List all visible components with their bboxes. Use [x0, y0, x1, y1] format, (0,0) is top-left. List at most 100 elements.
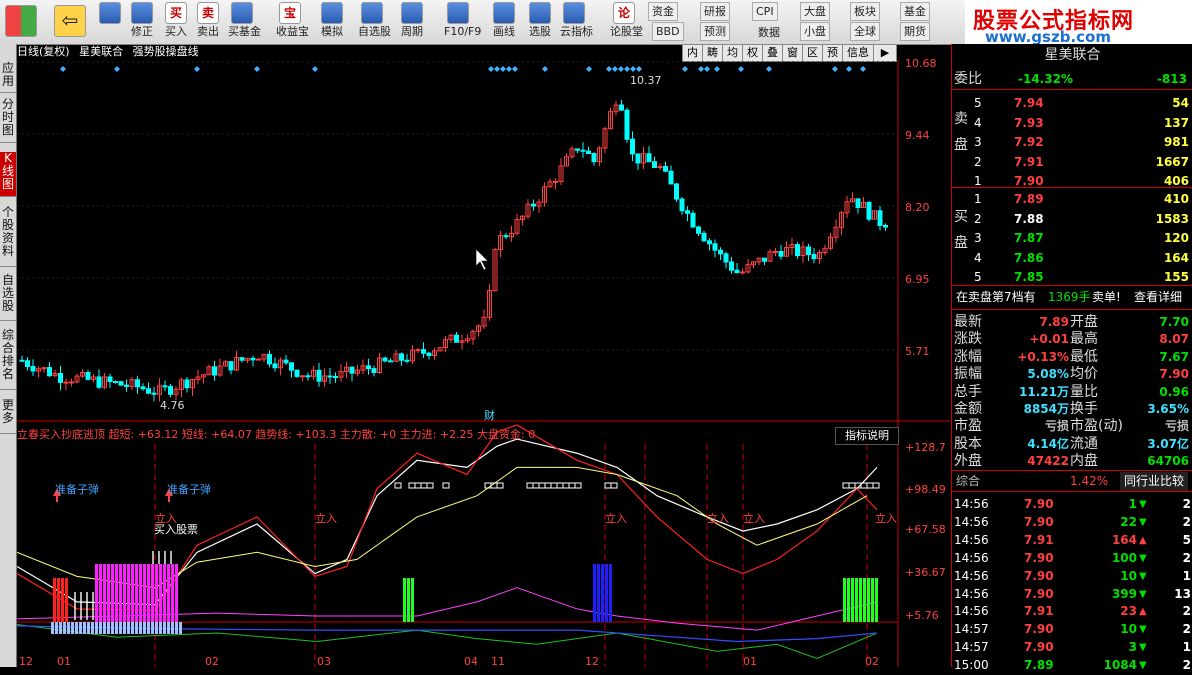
stat-label: 外盘: [954, 453, 982, 470]
signal-bar: [103, 564, 106, 622]
candle-body: [316, 369, 322, 382]
candle-body: [371, 368, 377, 373]
buy-price[interactable]: 7.87: [1014, 229, 1044, 248]
candle-body: [300, 375, 305, 378]
back-button[interactable]: ⇦: [52, 1, 88, 43]
修正-button[interactable]: 修正: [128, 1, 156, 43]
candle-body: [305, 375, 311, 378]
tab-stock-info[interactable]: 个股资料: [0, 206, 16, 267]
自选股-button[interactable]: 自选股: [358, 1, 391, 43]
买基金-button[interactable]: 买基金: [228, 1, 261, 43]
candle-body: [69, 381, 74, 384]
buy-level: 1: [974, 192, 982, 206]
peak-marker: [526, 482, 534, 489]
candle-body: [883, 224, 888, 228]
peak-marker: [556, 482, 564, 489]
tick-time: 14:57: [954, 640, 989, 655]
tick-time: 14:56: [954, 568, 989, 583]
candle-body: [58, 372, 63, 383]
indicator-help-button[interactable]: 指标说明: [835, 427, 899, 445]
sell-price[interactable]: 7.93: [1014, 114, 1044, 133]
stat-value: 0.96: [1159, 384, 1189, 399]
tab-app[interactable]: 应用: [0, 62, 16, 93]
signal-diamond-icon: [832, 66, 838, 72]
treasure-icon: 宝: [279, 2, 301, 24]
industry-compare-button[interactable]: 同行业比较: [1120, 472, 1189, 491]
toolbar-button-label: 自选股: [358, 25, 391, 38]
tab-kline[interactable]: K线图: [0, 152, 16, 197]
tick-time: 14:56: [954, 497, 989, 511]
candle-body: [239, 357, 245, 361]
date-label-3: 02: [205, 655, 219, 667]
bbd-button[interactable]: BBD: [652, 22, 684, 41]
sell-price[interactable]: 7.90: [1014, 172, 1044, 191]
cpi-button[interactable]: CPI: [752, 2, 778, 21]
模拟-button[interactable]: 模拟: [318, 1, 346, 43]
buy-price[interactable]: 7.89: [1014, 190, 1044, 209]
candle-body: [740, 271, 745, 274]
tab-intraday[interactable]: 分时图: [0, 98, 16, 143]
signal-bar: [127, 564, 130, 622]
tab-more[interactable]: 更多: [0, 399, 16, 434]
sector-button[interactable]: 板块: [850, 2, 880, 21]
stat-value: 3.07亿: [1147, 436, 1189, 451]
signal-diamond-icon: [860, 66, 866, 72]
candle-body: [646, 153, 652, 163]
candle-body: [63, 381, 69, 384]
arrow-down-icon: ▼: [1139, 660, 1147, 672]
peak-marker: [610, 482, 618, 489]
volume-strip: [71, 622, 74, 634]
volume-strip: [179, 622, 182, 634]
research-button[interactable]: 研报: [700, 2, 730, 21]
画线-button[interactable]: 画线: [490, 1, 518, 43]
buy-price[interactable]: 7.88: [1014, 210, 1044, 229]
tab-ranking[interactable]: 综合排名: [0, 329, 16, 390]
candle-body: [685, 210, 690, 214]
enter-label-5: 立入: [743, 511, 765, 525]
论股堂-button[interactable]: 论论股堂: [610, 1, 643, 43]
toolbar-button-label: 云指标: [560, 25, 593, 38]
收益宝-button[interactable]: 宝收益宝: [276, 1, 309, 43]
volume-strip: [131, 622, 134, 634]
market-button[interactable]: 大盘: [800, 2, 830, 21]
云指标-button[interactable]: 云指标: [560, 1, 593, 43]
small-cap-button[interactable]: 小盘: [800, 22, 830, 41]
data-button[interactable]: 数据: [755, 24, 783, 41]
tick-count: 1: [1182, 640, 1191, 655]
signal-bar: [859, 578, 862, 622]
周期-button[interactable]: 周期: [398, 1, 426, 43]
sell-price[interactable]: 7.92: [1014, 133, 1044, 152]
tick-volume: 10: [1120, 568, 1137, 583]
F10/F9-button[interactable]: F10/F9: [444, 1, 481, 43]
futures-button[interactable]: 期货: [900, 22, 930, 41]
signal-bar: [605, 564, 608, 622]
forecast-button[interactable]: 预测: [700, 22, 730, 41]
fund-button[interactable]: 基金: [900, 2, 930, 21]
买入-button[interactable]: 买买入: [162, 1, 190, 43]
volume-strip: [95, 622, 98, 634]
volume-strip: [159, 622, 162, 634]
tick-count: 2: [1182, 604, 1191, 619]
volume-strip: [147, 622, 150, 634]
buy-price[interactable]: 7.86: [1014, 249, 1044, 268]
scroll-button[interactable]: [96, 1, 124, 43]
sell-price[interactable]: 7.91: [1014, 153, 1044, 172]
sell-price[interactable]: 7.94: [1014, 94, 1044, 113]
signal-bar: [95, 564, 98, 622]
选股-button[interactable]: 选股: [526, 1, 554, 43]
tab-watchlist[interactable]: 自选股: [0, 274, 16, 321]
volume-strip: [175, 622, 178, 634]
peak-marker: [442, 482, 450, 489]
peak-marker: [484, 482, 492, 489]
global-button[interactable]: 全球: [850, 22, 880, 41]
sell-level: 2: [974, 154, 982, 169]
volume-strip: [119, 622, 122, 634]
order-detail-button[interactable]: 查看详细: [1134, 288, 1182, 307]
layout-grid-icon[interactable]: [2, 1, 40, 43]
candle-body: [289, 362, 294, 371]
brand-banner: 股票公式指标网 www.gszb.com: [965, 0, 1192, 46]
卖出-button[interactable]: 卖卖出: [194, 1, 222, 43]
star-icon: [361, 2, 383, 24]
fund-flow-button[interactable]: 资金: [648, 2, 678, 21]
sell-volume: 54: [1172, 96, 1189, 110]
